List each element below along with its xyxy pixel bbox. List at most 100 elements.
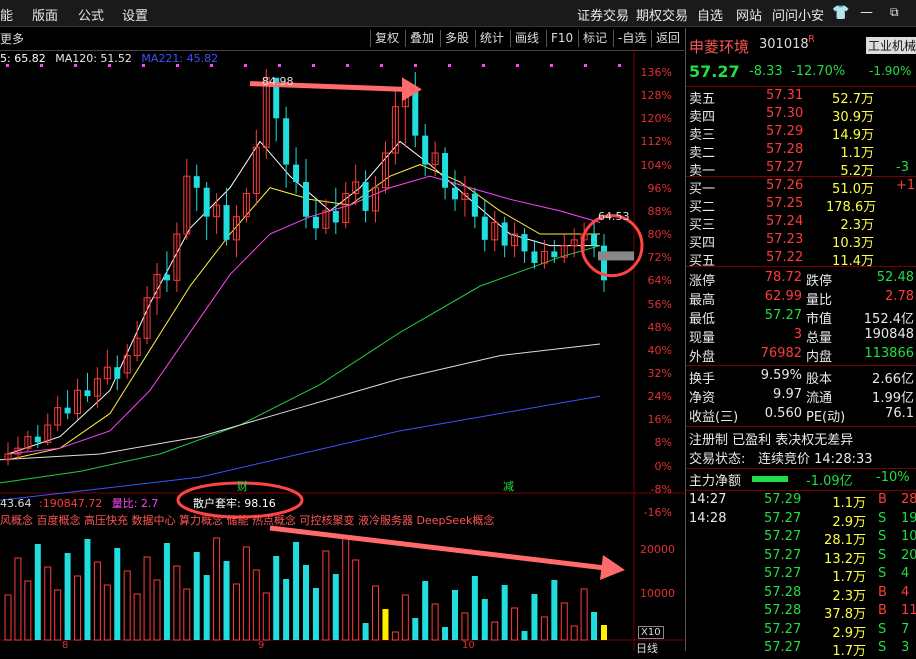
tick-row: 57.27 1.7万 S 4 [686, 566, 916, 585]
bid-row[interactable]: 买一 57.26 51.0万 +1 [686, 178, 916, 197]
ask-row[interactable]: 卖三 57.29 14.9万 [686, 124, 916, 143]
volume-bar [242, 546, 250, 641]
toolbar-multi-stock-button[interactable]: 多股 [440, 30, 473, 47]
shirt-icon[interactable]: 👕 [832, 5, 849, 21]
high-price-label: 84.98 [262, 75, 294, 88]
bid-row[interactable]: 买二 57.25 178.6万 [686, 196, 916, 215]
toolbar-draw-button[interactable]: 画线 [510, 30, 543, 47]
candle-body [223, 205, 230, 240]
price-axis-tick: 32% [647, 366, 672, 380]
menu-item-ask[interactable]: 问问小安 [772, 5, 824, 24]
stat-label: 跌停 [806, 274, 833, 289]
toolbar-stats-button[interactable]: 统计 [475, 30, 508, 47]
tick-price: 57.28 [764, 603, 802, 618]
toolbar-mark-button[interactable]: 标记 [578, 30, 611, 47]
bid-row[interactable]: 买四 57.23 10.3万 [686, 232, 916, 251]
arrow-head [402, 77, 422, 102]
menu-item-formula[interactable]: 公式 [78, 5, 104, 24]
toolbar-overlay-button[interactable]: 叠加 [405, 30, 438, 47]
stat-label: 市值 [806, 312, 833, 327]
ask-price: 57.30 [766, 106, 804, 121]
stat-value: 78.72 [764, 270, 802, 285]
stat-value: 52.48 [876, 270, 914, 285]
price-axis-tick: -8% [650, 482, 672, 496]
daily-period-label[interactable]: 日线 [636, 640, 658, 656]
price-row: 57.27 -8.33 -12.70% -1.90% [686, 62, 916, 82]
ask-row[interactable]: 卖五 57.31 52.7万 [686, 88, 916, 107]
volume-bar [153, 579, 161, 641]
minimize-icon[interactable]: — [860, 5, 873, 20]
price-axis-tick: 8% [654, 436, 672, 450]
volume-bar [93, 561, 101, 641]
toolbar-watchlist-button[interactable]: -自选 [613, 30, 650, 47]
tick-count: 7 [901, 621, 910, 637]
ma-line [0, 343, 601, 461]
fundamental-row: 换手 9.59% 股本 2.66亿 [686, 368, 916, 387]
menu-item-website[interactable]: 网站 [736, 5, 762, 24]
price-axis-tick: 104% [640, 158, 672, 172]
ask-price: 57.28 [766, 142, 804, 157]
candle-body [84, 390, 91, 397]
kline-chart[interactable] [0, 50, 684, 651]
ask-label: 卖四 [689, 110, 716, 125]
tick-side: S [878, 566, 887, 581]
candle-body [163, 274, 170, 281]
stat-row: 外盘 76982 内盘 113866 [686, 346, 916, 365]
toolbar-adjust-button[interactable]: 复权 [370, 30, 403, 47]
bid-price: 57.24 [766, 214, 804, 229]
industry-badge[interactable]: 工业机械 [866, 37, 916, 54]
bid-price: 57.23 [766, 232, 804, 247]
volume-bar [521, 631, 528, 640]
volume-bar [391, 631, 399, 641]
maximize-icon[interactable]: ⧉ [890, 5, 899, 20]
more-button[interactable]: 更多 [0, 30, 24, 47]
volume-bar [262, 592, 270, 641]
chart-toolbar: 更多 复权 叠加 多股 统计 画线 F10 标记 -自选 返回 [0, 28, 684, 51]
menu-item-watchlist[interactable]: 自选 [697, 5, 723, 24]
menu-item-securities-trade[interactable]: 证券交易 [577, 5, 629, 24]
volume-bar [183, 588, 191, 641]
tick-volume: 2.9万 [832, 625, 866, 641]
ask-label: 卖五 [689, 92, 716, 107]
stat-value: 113866 [864, 346, 914, 361]
tick-row: 14:28 57.27 2.9万 S 19 [686, 510, 916, 530]
menu-item-settings[interactable]: 设置 [122, 5, 148, 24]
tick-side: S [878, 547, 887, 563]
ask-label: 卖三 [689, 128, 716, 143]
volume-bar [303, 565, 309, 640]
tick-side: S [878, 510, 887, 526]
concept-tags: 风概念 百度概念 高压快充 数据中心 算力概念 储能 热点概念 可控核聚变 液冷… [0, 514, 495, 527]
bid-label: 买二 [689, 200, 716, 215]
candle-body [203, 187, 210, 217]
bid-price: 57.22 [766, 250, 804, 265]
menu-item-0[interactable]: 能 [0, 5, 13, 24]
stat-value: 76982 [760, 346, 802, 361]
tick-price: 57.29 [764, 492, 802, 507]
tick-side: B [878, 584, 887, 600]
bid-row[interactable]: 买三 57.24 2.3万 [686, 214, 916, 233]
ask-volume: 14.9万 [832, 128, 874, 143]
toolbar-f10-button[interactable]: F10 [546, 30, 577, 47]
price-axis-tick: 136% [640, 66, 672, 79]
volume-bar [114, 548, 121, 640]
menu-item-options-trade[interactable]: 期权交易 [636, 5, 688, 24]
menu-item-layout[interactable]: 版面 [32, 5, 58, 24]
main-netflow: 主力净额 -1.09亿 -10% [686, 470, 916, 489]
trade-status-value: 连续竞价 14:28:33 [758, 452, 873, 467]
fundamental-label: PE(动) [806, 410, 846, 425]
industry-change-pct: -1.90% [869, 64, 912, 78]
volume-bar [322, 550, 330, 641]
tick-price: 57.27 [764, 547, 802, 563]
ask-row[interactable]: 卖四 57.30 30.9万 [686, 106, 916, 125]
volume-bar [511, 607, 519, 641]
tick-count: 3 [901, 640, 910, 655]
volume-bar [481, 599, 488, 640]
volume-bar [64, 553, 71, 640]
tick-side: S [878, 640, 887, 655]
toolbar-back-button[interactable]: 返回 [651, 30, 684, 47]
tick-time: 14:28 [689, 510, 727, 526]
stock-code: 301018 [759, 37, 809, 52]
ask-row[interactable]: 卖二 57.28 1.1万 [686, 142, 916, 161]
volume-bar [193, 552, 200, 640]
ask-volume: 30.9万 [832, 110, 874, 125]
